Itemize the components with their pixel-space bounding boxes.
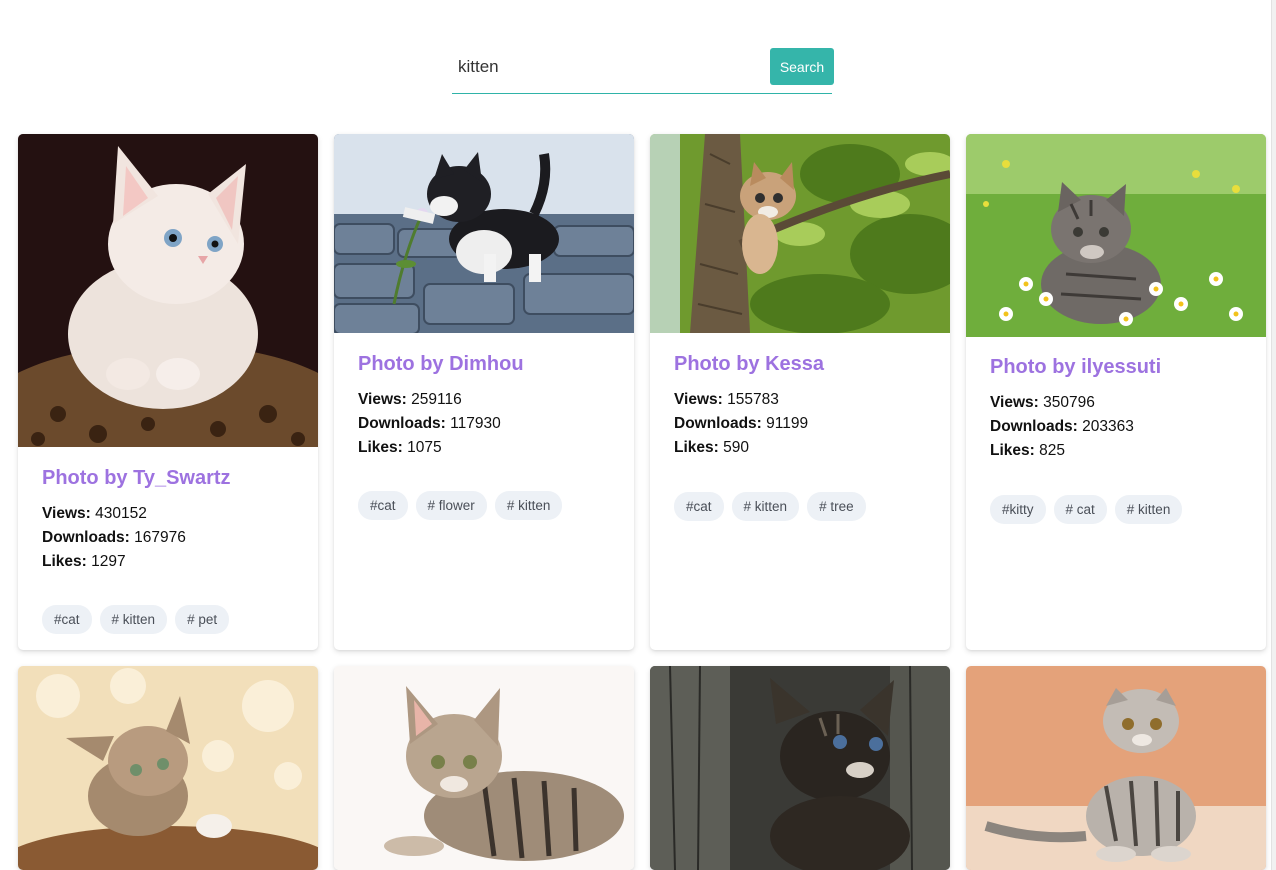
views-stat: Views: 350796 xyxy=(990,394,1095,411)
photo-image[interactable] xyxy=(650,666,950,870)
photo-image[interactable] xyxy=(966,134,1266,337)
likes-stat: Likes: 590 xyxy=(674,439,749,456)
photo-card[interactable]: Photo by Ty_Swartz Views: 430152 Downloa… xyxy=(18,134,318,650)
photo-image[interactable] xyxy=(334,666,634,870)
tag[interactable]: #cat xyxy=(42,605,92,634)
photo-card[interactable] xyxy=(650,666,950,870)
photo-card[interactable]: Photo by Dimhou Views: 259116 Downloads:… xyxy=(334,134,634,650)
photo-card[interactable] xyxy=(966,666,1266,870)
likes-stat: Likes: 825 xyxy=(990,442,1065,459)
likes-stat: Likes: 1297 xyxy=(42,553,126,570)
photo-card[interactable] xyxy=(334,666,634,870)
photo-title[interactable]: Photo by ilyessuti xyxy=(990,355,1250,379)
tag[interactable]: # pet xyxy=(175,605,230,634)
views-stat: Views: 155783 xyxy=(674,391,779,408)
tag[interactable]: # kitten xyxy=(1114,495,1183,524)
tag[interactable]: # kitten xyxy=(494,491,563,520)
downloads-stat: Downloads: 91199 xyxy=(674,415,809,432)
photo-image[interactable] xyxy=(18,666,318,870)
search-underline xyxy=(452,93,832,94)
photo-card[interactable] xyxy=(18,666,318,870)
photo-image[interactable] xyxy=(650,134,950,333)
photo-image[interactable] xyxy=(334,134,634,333)
page-scrollbar[interactable] xyxy=(1271,0,1276,870)
tag[interactable]: #kitty xyxy=(990,495,1046,524)
photo-title[interactable]: Photo by Ty_Swartz xyxy=(42,466,302,490)
search-input[interactable] xyxy=(452,48,762,86)
tag[interactable]: # tree xyxy=(807,492,866,521)
photo-title[interactable]: Photo by Dimhou xyxy=(358,352,618,376)
photo-image[interactable] xyxy=(18,134,318,447)
photo-card[interactable]: Photo by ilyessuti Views: 350796 Downloa… xyxy=(966,134,1266,650)
search-button[interactable]: Search xyxy=(770,48,834,85)
photo-card[interactable]: Photo by Kessa Views: 155783 Downloads: … xyxy=(650,134,950,650)
downloads-stat: Downloads: 117930 xyxy=(358,415,501,432)
tag[interactable]: # kitten xyxy=(99,605,168,634)
tag[interactable]: #cat xyxy=(674,492,724,521)
tag[interactable]: #cat xyxy=(358,491,408,520)
tag-list: #kitty # cat # kitten xyxy=(990,495,1183,524)
search-bar: Search xyxy=(452,48,834,94)
downloads-stat: Downloads: 167976 xyxy=(42,529,186,546)
tag[interactable]: # kitten xyxy=(731,492,800,521)
tag[interactable]: # flower xyxy=(415,491,487,520)
downloads-stat: Downloads: 203363 xyxy=(990,418,1134,435)
views-stat: Views: 430152 xyxy=(42,505,147,522)
likes-stat: Likes: 1075 xyxy=(358,439,442,456)
tag-list: #cat # flower # kitten xyxy=(358,491,563,520)
views-stat: Views: 259116 xyxy=(358,391,462,408)
photo-image[interactable] xyxy=(966,666,1266,870)
tag-list: #cat # kitten # pet xyxy=(42,605,230,634)
photo-title[interactable]: Photo by Kessa xyxy=(674,352,934,376)
tag-list: #cat # kitten # tree xyxy=(674,492,866,521)
tag[interactable]: # cat xyxy=(1053,495,1107,524)
